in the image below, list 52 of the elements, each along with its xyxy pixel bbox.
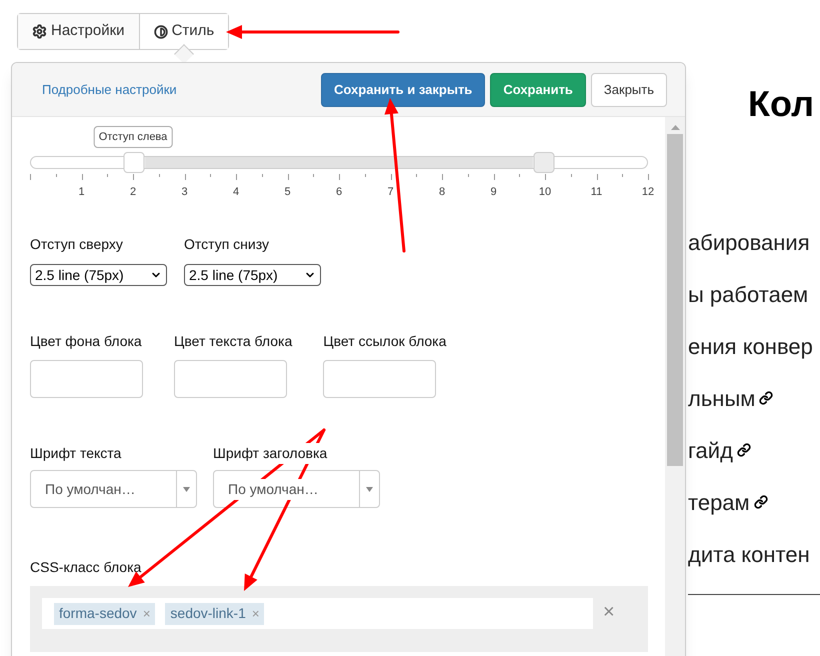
tick-label: 4 xyxy=(232,185,240,200)
tick-label: 6 xyxy=(336,185,342,200)
color-input[interactable] xyxy=(323,360,436,398)
select-field[interactable]: 2.5 line (75px) xyxy=(30,264,167,286)
caret-icon xyxy=(183,486,190,492)
caret-icon xyxy=(366,486,373,492)
popover-button[interactable]: Закрыть xyxy=(590,72,667,106)
page-text: ения конвер xyxy=(688,332,813,361)
contrast-icon xyxy=(154,24,168,38)
settings-icon xyxy=(32,24,47,39)
page-text: ы работаем xyxy=(688,280,808,309)
link-icon xyxy=(736,443,751,457)
field-label: Цвет ссылок блока xyxy=(323,332,446,351)
scroll-up-icon xyxy=(670,125,680,130)
page-text: льным xyxy=(688,384,756,412)
tick-label: 12 xyxy=(642,185,654,200)
tick-label: 2 xyxy=(130,185,136,200)
tick-label: 9 xyxy=(490,185,497,200)
slider-thumb[interactable] xyxy=(123,152,144,173)
color-input[interactable] xyxy=(30,360,143,398)
tick-label: 1 xyxy=(78,185,85,200)
tick-label: 7 xyxy=(387,185,394,200)
slider-tooltip: Отступ слева xyxy=(94,126,172,148)
field-label: CSS-класс блока xyxy=(30,558,142,577)
tag: sedov-link-1 × xyxy=(165,602,264,624)
field-label: Шрифт заголовка xyxy=(213,443,328,464)
tick-label: 5 xyxy=(284,185,291,200)
link-icon xyxy=(759,391,774,405)
tab[interactable]: Настройки xyxy=(18,14,139,49)
tick-label: 10 xyxy=(538,185,552,200)
advanced-settings-link[interactable]: Подробные настройки xyxy=(42,80,177,100)
color-input[interactable] xyxy=(174,360,287,398)
font-select[interactable]: По умолчан… xyxy=(213,470,380,508)
page-text: терам xyxy=(688,488,750,517)
scrollbar-thumb[interactable] xyxy=(667,134,683,466)
link-icon xyxy=(754,495,768,509)
field-label: Цвет текста блока xyxy=(174,332,292,351)
page-text: абирования xyxy=(688,228,810,257)
tick-label: 11 xyxy=(590,185,602,200)
select-field[interactable]: 2.5 line (75px) xyxy=(184,264,321,286)
tag: forma-sedov × xyxy=(54,602,156,624)
page-text: дита контен xyxy=(688,540,810,568)
page-text: гайд xyxy=(688,436,733,464)
field-label: Цвет фона блока xyxy=(30,332,143,351)
font-select[interactable]: По умолчан… xyxy=(30,470,197,508)
slider-thumb[interactable] xyxy=(534,152,555,173)
field-label: Отступ снизу xyxy=(184,235,270,254)
popover-button[interactable]: Сохранить и закрыть xyxy=(321,72,486,106)
tick-label: 8 xyxy=(438,185,446,200)
field-label: Отступ сверху xyxy=(30,235,124,254)
tick-label: 3 xyxy=(181,185,188,200)
page-heading: Кол xyxy=(748,82,815,126)
